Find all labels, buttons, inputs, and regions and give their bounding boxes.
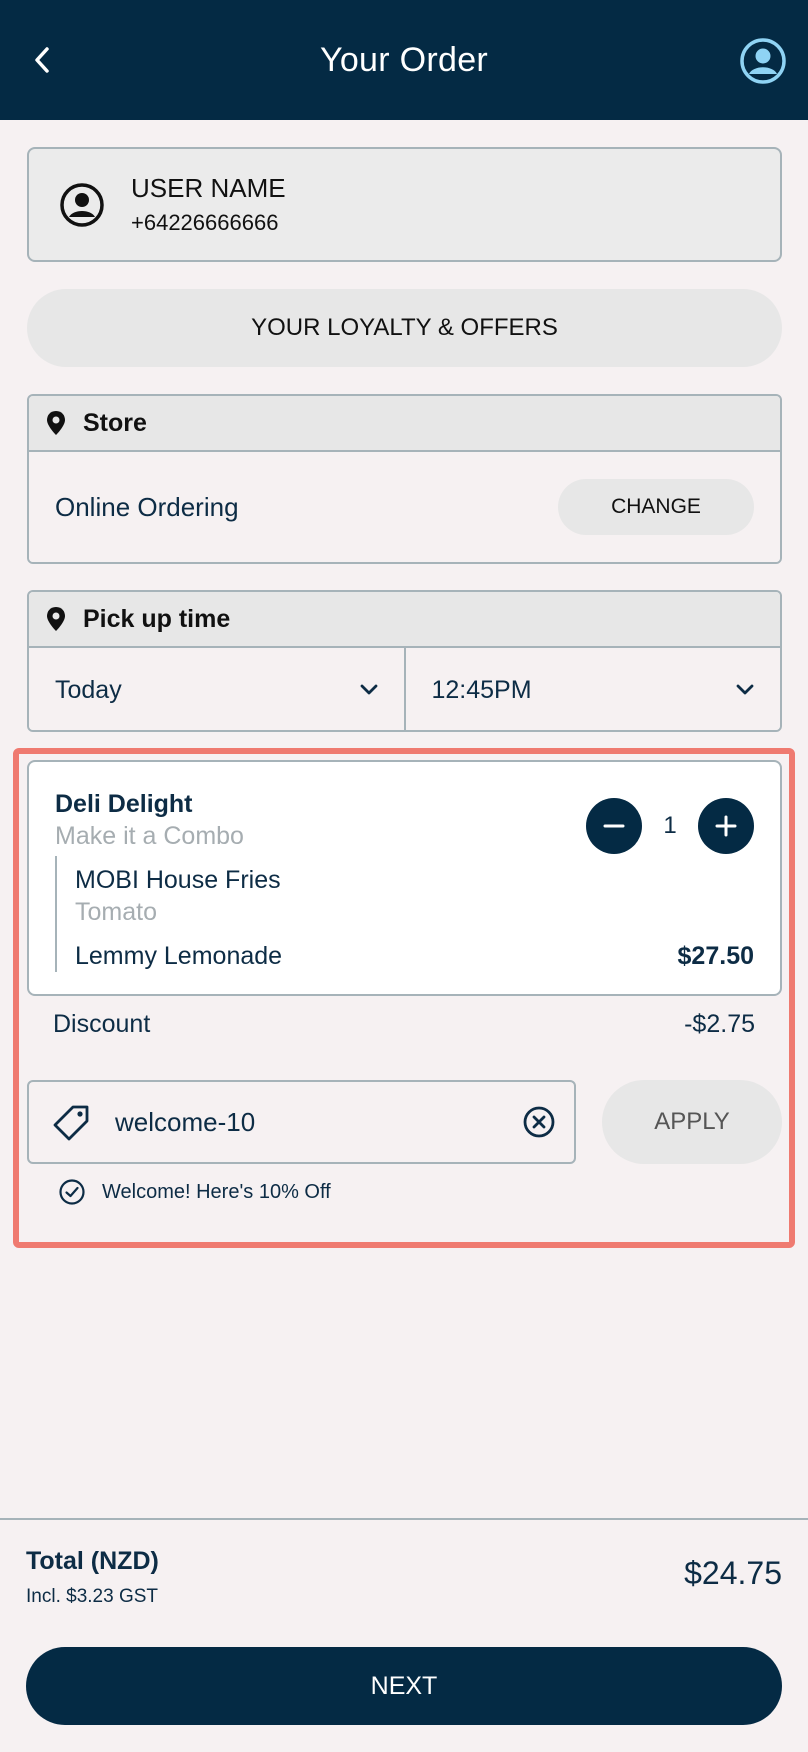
quantity-value: 1 — [663, 812, 677, 839]
order-item-card: Deli Delight Make it a Combo MOBI House … — [27, 760, 782, 996]
discount-amount: -$2.75 — [684, 1010, 755, 1038]
discount-row: Discount -$2.75 — [53, 1010, 755, 1039]
apply-promo-button[interactable]: APPLY — [602, 1080, 782, 1164]
item-title: Deli Delight — [55, 790, 193, 818]
modifier-item: Lemmy Lemonade — [75, 942, 283, 970]
pickup-time-value: 12:45PM — [431, 675, 532, 704]
gst-note: Incl. $3.23 GST — [26, 1586, 159, 1607]
modifier-option: Tomato — [75, 898, 157, 926]
pickup-heading: Pick up time — [29, 592, 780, 648]
pickup-day-select[interactable]: Today — [29, 648, 404, 730]
app-header: Your Order — [0, 0, 808, 120]
back-button[interactable] — [22, 38, 62, 82]
user-circle-icon — [740, 38, 786, 84]
check-circle-icon — [59, 1179, 85, 1205]
page-title: Your Order — [319, 40, 489, 79]
footer-divider — [0, 1518, 808, 1520]
chevron-left-icon — [35, 47, 49, 73]
user-card: USER NAME +64226666666 — [27, 147, 782, 262]
store-section: Store Online Ordering CHANGE — [27, 394, 782, 564]
store-name: Online Ordering — [55, 491, 239, 522]
pickup-day-value: Today — [55, 675, 122, 704]
tag-icon — [53, 1105, 89, 1141]
chevron-down-icon — [360, 684, 377, 695]
location-pin-icon — [47, 607, 65, 631]
promo-code-value: welcome-10 — [115, 1106, 256, 1137]
next-button[interactable]: NEXT — [26, 1647, 782, 1725]
profile-button[interactable] — [738, 36, 788, 86]
promo-code-input[interactable]: welcome-10 — [27, 1080, 576, 1164]
promo-success-message: Welcome! Here's 10% Off — [58, 1178, 331, 1206]
store-heading: Store — [29, 396, 780, 452]
promo-message-text: Welcome! Here's 10% Off — [102, 1180, 331, 1203]
increase-quantity-button[interactable] — [698, 798, 754, 854]
modifier-divider — [55, 856, 57, 972]
decrease-quantity-button[interactable] — [586, 798, 642, 854]
quantity-stepper: 1 — [586, 798, 754, 854]
modifier-item: MOBI House Fries — [75, 866, 281, 894]
loyalty-offers-button[interactable]: YOUR LOYALTY & OFFERS — [27, 289, 782, 367]
user-name: USER NAME — [131, 173, 286, 203]
chevron-down-icon — [736, 684, 754, 695]
plus-icon — [715, 815, 737, 837]
store-heading-label: Store — [83, 408, 147, 437]
total-value: $24.75 — [684, 1555, 782, 1591]
item-subtitle: Make it a Combo — [55, 822, 244, 850]
pickup-section: Pick up time Today 12:45PM — [27, 590, 782, 732]
location-pin-icon — [47, 411, 65, 435]
change-store-button[interactable]: CHANGE — [558, 479, 754, 535]
pickup-heading-label: Pick up time — [83, 604, 231, 633]
minus-icon — [603, 824, 625, 828]
total-label: Total (NZD) — [26, 1547, 159, 1575]
clear-circle-icon[interactable] — [522, 1105, 556, 1139]
pickup-time-select[interactable]: 12:45PM — [403, 648, 781, 730]
discount-label: Discount — [53, 1010, 151, 1038]
item-price: $27.50 — [677, 942, 754, 970]
user-avatar-icon — [60, 182, 104, 227]
user-phone: +64226666666 — [131, 210, 279, 235]
